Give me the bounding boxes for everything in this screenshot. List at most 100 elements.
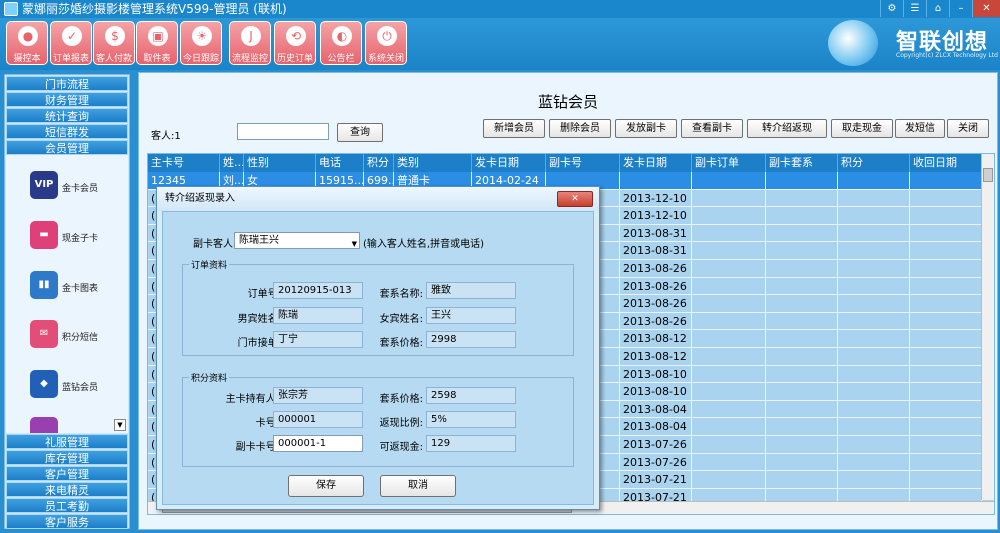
column-header[interactable]: 姓... [220, 154, 244, 172]
table-cell: 2013-08-12 [620, 330, 692, 348]
sidebar-subitem-points-sms[interactable]: ✉ 积分短信 [26, 320, 116, 360]
referral-cashback-button[interactable]: 转介绍返现 [747, 119, 827, 138]
close-page-button[interactable]: 关闭 [947, 119, 989, 138]
toolbar-button-camera[interactable]: ● 摄控本 [6, 21, 48, 65]
table-cell [692, 400, 766, 419]
column-header[interactable]: 发卡日期 [472, 154, 546, 172]
sidebar-item-attendance[interactable]: 员工考勤 [6, 498, 128, 513]
bride-field: 王兴 [426, 307, 516, 324]
table-cell [766, 348, 838, 366]
table-cell [910, 207, 982, 225]
toolbar-button-order-report[interactable]: ✓ 订单报表 [50, 21, 92, 65]
send-sms-button[interactable]: 发短信 [895, 119, 945, 138]
toolbar-button-pickup[interactable]: ▣ 取件表 [136, 21, 178, 65]
logo-copyright: Copyright(c) ZLCX Technology Ltd [896, 52, 998, 59]
sidebar-item-customer[interactable]: 客户管理 [6, 466, 128, 481]
search-input[interactable] [237, 123, 329, 140]
sidebar-item-store-process[interactable]: 门市流程 [6, 76, 128, 91]
sidebar-item-inventory[interactable]: 库存管理 [6, 450, 128, 465]
toolbar-button-payment[interactable]: $ 客人付款 [93, 21, 135, 65]
table-cell [692, 348, 766, 366]
sidebar-item-sms[interactable]: 短信群发 [6, 124, 128, 139]
minimize-button[interactable]: – [949, 0, 972, 17]
table-cell: 2013-07-21 [620, 471, 692, 489]
table-cell [838, 365, 910, 384]
chevron-down-icon[interactable]: ▼ [352, 237, 357, 248]
column-header[interactable]: 性别 [244, 154, 316, 172]
delete-member-button[interactable]: 删除会员 [549, 119, 611, 138]
cancel-button[interactable]: 取消 [380, 475, 456, 497]
toolbar-button-process-monitor[interactable]: J 流程监控 [229, 21, 271, 65]
sidebar-item-caller[interactable]: 来电精灵 [6, 482, 128, 497]
column-header[interactable]: 发卡日期 [620, 154, 692, 172]
table-cell [838, 471, 910, 489]
sidebar-subitem-cash-card[interactable]: ▬ 现金子卡 [26, 221, 116, 261]
sidebar-item-member-management[interactable]: 会员管理 [6, 140, 128, 155]
reception-field: 丁宁 [273, 331, 363, 348]
submenu-scroll-down-icon[interactable]: ▼ [114, 419, 126, 431]
add-member-button[interactable]: 新增会员 [483, 119, 545, 138]
sub-customer-hint: (输入客人姓名,拼音或电话) [363, 239, 484, 250]
dialog-close-button[interactable]: ✕ [557, 191, 593, 207]
menu-icon[interactable]: ☰ [903, 0, 926, 17]
column-header[interactable]: 副卡订单 [692, 154, 766, 172]
table-cell: 2013-08-10 [620, 383, 692, 401]
column-header[interactable]: 收回日期 [910, 154, 982, 172]
column-header[interactable]: 类别 [394, 154, 472, 172]
cash-card-icon: ▬ [30, 221, 58, 249]
sidebar-subitem-gold-member[interactable]: VIP 金卡会员 [26, 171, 116, 211]
table-cell: 2013-08-26 [620, 295, 692, 313]
table-vertical-scrollbar[interactable] [981, 154, 994, 500]
column-header[interactable]: 主卡号 [148, 154, 220, 172]
view-sub-card-button[interactable]: 查看副卡 [681, 119, 743, 138]
table-cell [692, 224, 766, 243]
table-cell [692, 471, 766, 489]
chart-icon: ▮▮ [30, 271, 58, 299]
column-header[interactable]: 积分 [838, 154, 910, 172]
settings-icon[interactable]: ⚙ [880, 0, 903, 17]
sub-customer-combobox[interactable]: 陈瑞王兴 ▼ [234, 232, 360, 249]
close-window-button[interactable]: ✕ [972, 0, 1000, 17]
issue-sub-card-button[interactable]: 发放副卡 [615, 119, 677, 138]
table-cell [692, 295, 766, 313]
table-cell [692, 172, 766, 190]
toolbar-button-history-order[interactable]: ⟲ 历史订单 [274, 21, 316, 65]
column-header[interactable]: 电话 [316, 154, 364, 172]
package-name-label: 套系名称: [379, 289, 423, 300]
sidebar-item-finance[interactable]: 财务管理 [6, 92, 128, 107]
table-cell: 2013-08-10 [620, 365, 692, 384]
sidebar-item-statistics[interactable]: 统计查询 [6, 108, 128, 123]
sidebar-subitem-gold-chart[interactable]: ▮▮ 金卡图表 [26, 271, 116, 311]
main-toolbar: ● 摄控本 ✓ 订单报表 $ 客人付款 ▣ 取件表 ☀ 今日跟踪 J 流程监控 ⟲ 历史订单 … [0, 18, 1000, 70]
table-cell [838, 172, 910, 190]
column-header[interactable]: 副卡号 [546, 154, 620, 172]
table-cell: 2013-08-26 [620, 277, 692, 296]
table-cell [692, 189, 766, 208]
points-package-price-label: 套系价格: [379, 394, 423, 405]
withdraw-cash-button[interactable]: 取走现金 [831, 119, 893, 138]
toolbar-button-system-close[interactable]: ⏻ 系统关闭 [365, 21, 407, 65]
bride-label: 女宾姓名: [379, 314, 423, 325]
sidebar-item-service[interactable]: 客户服务 [6, 514, 128, 529]
table-cell [692, 312, 766, 331]
sidebar-subitem-blue-diamond[interactable]: ◆ 蓝钻会员 [26, 370, 116, 410]
column-header[interactable]: 副卡套系 [766, 154, 838, 172]
table-cell [910, 383, 982, 401]
table-cell [692, 383, 766, 401]
sidebar-item-dress[interactable]: 礼服管理 [6, 434, 128, 449]
save-button[interactable]: 保存 [288, 475, 364, 497]
toolbar-button-today-tracking[interactable]: ☀ 今日跟踪 [180, 21, 222, 65]
column-header[interactable]: 积分 [364, 154, 394, 172]
query-button[interactable]: 查询 [337, 123, 383, 142]
table-cell [766, 400, 838, 419]
table-cell [766, 260, 838, 278]
system-close-icon: ⏻ [377, 26, 397, 46]
home-icon[interactable]: ⌂ [926, 0, 949, 17]
member-submenu: VIP 金卡会员 ▬ 现金子卡 ▮▮ 金卡图表 ✉ 积分短信 ◆ 蓝钻会员 ▼ [6, 155, 128, 433]
scroll-thumb[interactable] [983, 168, 993, 182]
pickup-icon: ▣ [148, 26, 168, 46]
table-cell: 2013-08-04 [620, 400, 692, 419]
table-cell [692, 242, 766, 260]
toolbar-button-bulletin[interactable]: ◐ 公告栏 [320, 21, 362, 65]
sub-card-no-field[interactable]: 000001-1 [273, 435, 363, 452]
